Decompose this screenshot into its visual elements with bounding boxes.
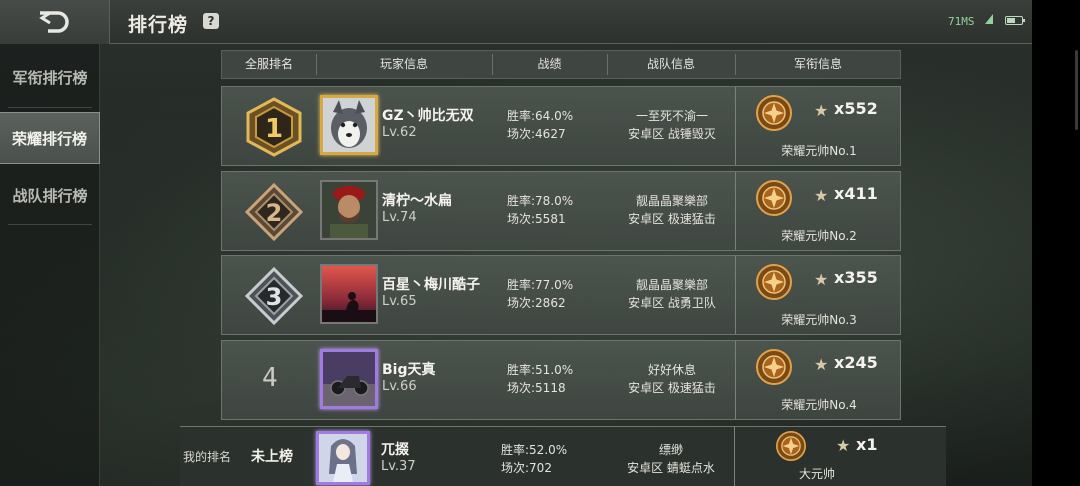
- team-name: 一至死不渝一: [635, 109, 708, 123]
- avatar[interactable]: [320, 264, 378, 324]
- my-player-name: 兀掇: [381, 442, 409, 458]
- my-team-server: 安卓区 蜻蜓点水: [627, 461, 715, 475]
- team-name: 靓晶晶聚樂部: [635, 278, 708, 292]
- team-name: 靓晶晶聚樂部: [635, 194, 708, 208]
- sunset-silhouette-avatar-icon: [322, 266, 376, 322]
- team-name: 好好休息: [647, 363, 696, 377]
- sidebar-divider: [8, 107, 92, 108]
- rank-2-badge-icon: 2: [244, 182, 304, 242]
- top-bar: 排行榜 ? 71MS: [0, 0, 1032, 44]
- help-icon[interactable]: ?: [203, 13, 219, 29]
- my-military-title: 大元帅: [798, 467, 835, 481]
- military-medal-icon: [776, 431, 806, 461]
- team-server: 安卓区 极速猛击: [628, 381, 716, 395]
- team-server: 安卓区 战勇卫队: [628, 296, 716, 310]
- avatar[interactable]: [320, 95, 378, 155]
- character-avatar-icon: [319, 434, 367, 482]
- avatar[interactable]: [320, 180, 378, 240]
- rank-1-badge-icon: 1: [246, 97, 302, 157]
- game-screen: 排行榜 ? 71MS 军衔排行榜 荣耀排行榜 战队排行榜 全服排名 玩家信息 战…: [0, 0, 1032, 486]
- star-icon: ★: [814, 101, 829, 120]
- back-button[interactable]: [0, 0, 110, 44]
- sidebar-item-team-leaderboard[interactable]: 战队排行榜: [0, 170, 100, 222]
- star-count: x245: [834, 353, 878, 372]
- win-rate: 胜率:78.0%: [507, 194, 574, 208]
- table-row[interactable]: 4 Big天真 Lv.66 胜率:51.0% 场次:5118 好好休息 安卓区 …: [221, 340, 901, 420]
- my-rank-bar: 我的排名 未上榜 兀掇 Lv.37 胜率:52.0% 场次:702 缥缈 安卓区…: [180, 426, 946, 486]
- match-count: 场次:5581: [507, 212, 566, 226]
- edge-handle[interactable]: [1075, 50, 1078, 130]
- military-medal-icon: [756, 180, 792, 216]
- my-star-count: x1: [856, 435, 878, 454]
- battery-level: [1007, 18, 1015, 23]
- star-count: x552: [834, 99, 878, 118]
- star-icon: ★: [814, 270, 829, 289]
- husky-avatar-icon: [323, 98, 375, 152]
- star-icon: ★: [836, 436, 851, 455]
- team-server: 安卓区 战锤毁灭: [628, 127, 716, 141]
- sidebar: 军衔排行榜 荣耀排行榜 战队排行榜: [0, 44, 100, 486]
- star-icon: ★: [814, 186, 829, 205]
- rank-number: 1: [265, 114, 283, 144]
- column-header-military-rank: 军衔信息: [793, 57, 842, 71]
- match-count: 场次:2862: [507, 296, 566, 310]
- military-medal-icon: [756, 264, 792, 300]
- player-name: GZ丶帅比无双: [382, 108, 474, 124]
- player-level: Lv.65: [382, 294, 417, 309]
- military-title: 荣耀元帅No.2: [781, 229, 857, 243]
- win-rate: 胜率:77.0%: [507, 278, 574, 292]
- battery-icon: [1005, 16, 1025, 25]
- sidebar-divider: [8, 224, 92, 225]
- table-header: 全服排名 玩家信息 战绩 战队信息 军衔信息: [221, 50, 901, 79]
- back-arrow-icon: [39, 11, 69, 33]
- column-header-record: 战绩: [537, 57, 562, 71]
- network-latency: 71MS: [948, 15, 975, 28]
- table-row[interactable]: 2 清柠～水扁 Lv.74 胜率:78.0% 场次:5581 靓晶晶聚樂部 安卓…: [221, 171, 901, 251]
- player-level: Lv.62: [382, 125, 417, 140]
- my-win-rate: 胜率:52.0%: [501, 443, 568, 457]
- military-title: 荣耀元帅No.4: [781, 398, 857, 412]
- rank-number: 4: [262, 363, 278, 393]
- signal-icon: [985, 14, 993, 24]
- military-title: 荣耀元帅No.1: [781, 144, 857, 158]
- military-medal-icon: [756, 349, 792, 385]
- motorcycle-avatar-icon: [323, 352, 375, 406]
- player-name: 百星丶梅川酷子: [382, 277, 480, 293]
- team-server: 安卓区 极速猛击: [628, 212, 716, 226]
- my-rank-value: 未上榜: [251, 449, 293, 465]
- soldier-avatar-icon: [322, 182, 376, 238]
- avatar[interactable]: [320, 349, 378, 409]
- my-match-count: 场次:702: [501, 461, 552, 475]
- match-count: 场次:4627: [507, 127, 566, 141]
- match-count: 场次:5118: [507, 381, 566, 395]
- my-rank-label: 我的排名: [183, 450, 232, 464]
- right-edge-strip: [1032, 0, 1080, 486]
- sidebar-item-rank-leaderboard[interactable]: 军衔排行榜: [0, 52, 100, 104]
- win-rate: 胜率:51.0%: [507, 363, 574, 377]
- sidebar-item-honor-leaderboard[interactable]: 荣耀排行榜: [0, 112, 100, 164]
- my-team-name: 缥缈: [658, 443, 683, 457]
- page-title: 排行榜: [128, 14, 189, 36]
- player-level: Lv.66: [382, 379, 417, 394]
- my-player-level: Lv.37: [381, 459, 416, 474]
- star-icon: ★: [814, 355, 829, 374]
- star-count: x411: [834, 184, 878, 203]
- rank-number: 2: [266, 199, 283, 227]
- my-avatar[interactable]: [316, 431, 370, 485]
- player-level: Lv.74: [382, 210, 417, 225]
- column-header-team: 战队信息: [646, 57, 695, 71]
- table-row[interactable]: 1 GZ丶帅比无双 Lv.62 胜率:64.0% 场次:4627 一至死不渝一 …: [221, 86, 901, 166]
- column-header-player: 玩家信息: [379, 57, 428, 71]
- rank-3-badge-icon: 3: [244, 266, 304, 326]
- military-medal-icon: [756, 95, 792, 131]
- column-header-rank: 全服排名: [244, 57, 293, 71]
- player-name: Big天真: [382, 362, 436, 378]
- rank-number: 3: [266, 283, 283, 311]
- military-title: 荣耀元帅No.3: [781, 313, 857, 327]
- table-row[interactable]: 3 百星丶梅川酷子 Lv.65 胜率:77.0% 场次:2862 靓晶晶聚樂部 …: [221, 255, 901, 335]
- star-count: x355: [834, 268, 878, 287]
- player-name: 清柠～水扁: [382, 193, 452, 209]
- win-rate: 胜率:64.0%: [507, 109, 574, 123]
